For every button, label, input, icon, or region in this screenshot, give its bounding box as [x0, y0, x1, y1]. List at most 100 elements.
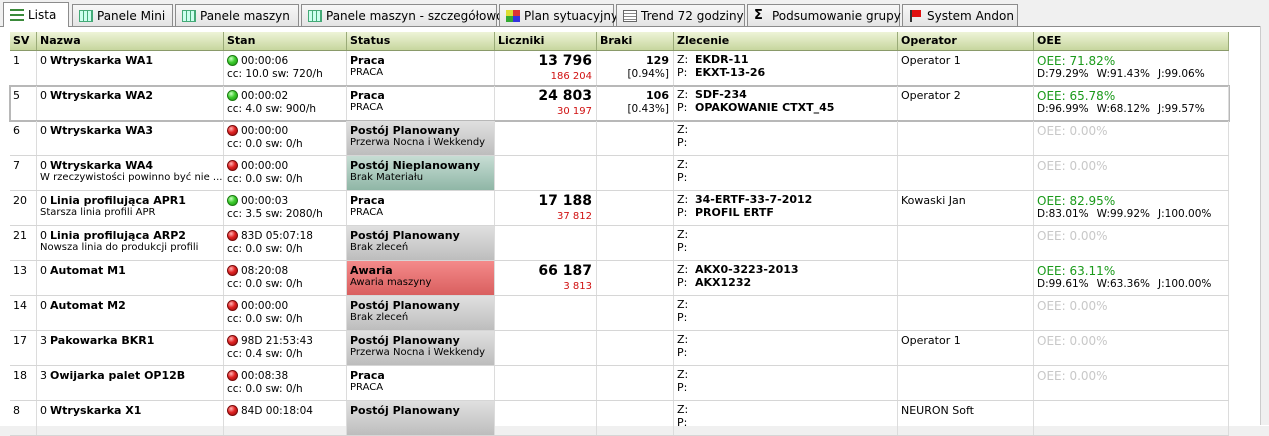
- tab-trend-72[interactable]: Trend 72 godziny: [616, 4, 745, 26]
- state-time: 00:00:00: [241, 159, 289, 172]
- scrap-cell: 129 [0.94%]: [597, 51, 674, 85]
- sv-cell: 20: [10, 191, 37, 225]
- name-cell: 0 Linia profilująca ARP2 Nowsza linia do …: [37, 226, 224, 260]
- product-name: PROFIL ERTF: [695, 206, 774, 219]
- state-time: 08:20:08: [241, 264, 289, 277]
- oee-performance: W:63.36%: [1096, 278, 1151, 290]
- counter-cell: [495, 156, 597, 190]
- oee-cell: OEE: 65.78% D:96.99% W:68.12% J:99.57%: [1034, 86, 1229, 120]
- status-light-icon: [227, 195, 238, 206]
- state-cell: 00:00:00 cc: 0.0 sw: 0/h: [224, 296, 347, 330]
- tab-panele-maszyn-szczegolowo[interactable]: Panele maszyn - szczegółowo: [301, 4, 504, 26]
- machine-grid: SV Nazwa Stan Status Liczniki Braki Zlec…: [9, 32, 1230, 436]
- table-row[interactable]: 13 0 Automat M1 08:20:08 cc: 0.0 sw: 0/h …: [10, 261, 1229, 296]
- table-row[interactable]: 21 0 Linia profilująca ARP2 Nowsza linia …: [10, 226, 1229, 261]
- status-subtitle: Przerwa Nocna i Wekkendy: [350, 137, 486, 148]
- oee-cell: OEE: 0.00%: [1034, 296, 1229, 330]
- tab-lista[interactable]: Lista: [3, 2, 69, 27]
- table-row[interactable]: 6 0 Wtryskarka WA3 00:00:00 cc: 0.0 sw: 0…: [10, 121, 1229, 156]
- machine-description: Nowsza linia do produkcji profili: [40, 242, 199, 253]
- name-cell: 0 Automat M2: [37, 296, 224, 330]
- grid-body: 1 0 Wtryskarka WA1 00:00:06 cc: 10.0 sw: …: [9, 51, 1230, 436]
- order-number: EKDR-11: [695, 53, 749, 66]
- group-number: 0: [40, 124, 47, 137]
- counter-value: 66 187: [538, 263, 592, 279]
- col-header-zlecenie[interactable]: Zlecenie: [674, 32, 898, 50]
- machine-name: Automat M2: [50, 299, 126, 312]
- scrap-cell: [597, 401, 674, 435]
- cycle-info: cc: 0.0 sw: 0/h: [227, 313, 303, 325]
- trend-icon: [623, 9, 637, 22]
- scrap-count: 129: [646, 54, 669, 67]
- col-header-liczniki[interactable]: Liczniki: [495, 32, 597, 50]
- list-panel: SV Nazwa Stan Status Liczniki Braki Zlec…: [0, 26, 1269, 436]
- sv-cell: 21: [10, 226, 37, 260]
- col-header-oee[interactable]: OEE: [1034, 32, 1229, 50]
- state-cell: 83D 05:07:18 cc: 0.0 sw: 0/h: [224, 226, 347, 260]
- status-light-icon: [227, 90, 238, 101]
- oee-cell: OEE: 0.00%: [1034, 331, 1229, 365]
- name-cell: 3 Pakowarka BKR1: [37, 331, 224, 365]
- counter-cell: [495, 401, 597, 435]
- tab-label: System Andon: [927, 8, 1014, 23]
- status-cell: Postój Planowany Przerwa Nocna i Wekkend…: [347, 331, 495, 365]
- counter-cell: 66 187 3 813: [495, 261, 597, 295]
- oee-cell: OEE: 0.00%: [1034, 156, 1229, 190]
- table-row[interactable]: 17 3 Pakowarka BKR1 98D 21:53:43 cc: 0.4 …: [10, 331, 1229, 366]
- col-header-braki[interactable]: Braki: [597, 32, 674, 50]
- tab-panele-mini[interactable]: Panele Mini: [72, 4, 173, 26]
- table-row[interactable]: 18 3 Owijarka palet OP12B 00:08:38 cc: 0.…: [10, 366, 1229, 401]
- tab-system-andon[interactable]: System Andon: [902, 4, 1018, 26]
- oee-value: OEE: 82.95%: [1037, 194, 1116, 208]
- group-number: 0: [40, 229, 47, 242]
- col-header-sv[interactable]: SV: [10, 32, 37, 50]
- oee-value: OEE: 0.00%: [1037, 334, 1108, 348]
- operator-cell: [898, 156, 1034, 190]
- state-time: 00:08:38: [241, 369, 289, 382]
- machine-description: W rzeczywistości powinno być nie ...: [40, 172, 223, 183]
- status-subtitle: PRACA: [350, 67, 384, 78]
- oee-performance: W:68.12%: [1096, 103, 1151, 115]
- col-header-operator[interactable]: Operator: [898, 32, 1034, 50]
- state-time: 98D 21:53:43: [241, 334, 313, 347]
- machine-name: Wtryskarka WA3: [50, 124, 154, 137]
- vertical-scrollbar[interactable]: [1260, 26, 1269, 425]
- status-cell: Postój Planowany Brak zleceń: [347, 226, 495, 260]
- status-cell: Postój Planowany Brak zleceń: [347, 296, 495, 330]
- state-time: 00:00:00: [241, 124, 289, 137]
- col-header-nazwa[interactable]: Nazwa: [37, 32, 224, 50]
- tab-panele-maszyn[interactable]: Panele maszyn: [175, 4, 299, 26]
- oee-availability: D:83.01%: [1037, 208, 1089, 220]
- cycle-info: cc: 3.5 sw: 2080/h: [227, 208, 323, 220]
- col-header-stan[interactable]: Stan: [224, 32, 347, 50]
- oee-quality: J:100.00%: [1158, 278, 1212, 290]
- table-row[interactable]: 8 0 Wtryskarka X1 84D 00:18:04 Postój Pla…: [10, 401, 1229, 436]
- status-light-icon: [227, 125, 238, 136]
- oee-quality: J:100.00%: [1158, 208, 1212, 220]
- table-row[interactable]: 14 0 Automat M2 00:00:00 cc: 0.0 sw: 0/h …: [10, 296, 1229, 331]
- tab-podsumowanie-grupy[interactable]: Σ Podsumowanie grupy: [747, 4, 901, 26]
- machine-name: Linia profilująca APR1: [50, 194, 186, 207]
- state-cell: 84D 00:18:04: [224, 401, 347, 435]
- oee-cell: [1034, 401, 1229, 435]
- table-row[interactable]: 20 0 Linia profilująca APR1 Starsza linia…: [10, 191, 1229, 226]
- table-row[interactable]: 7 0 Wtryskarka WA4 W rzeczywistości powin…: [10, 156, 1229, 191]
- state-time: 00:00:03: [241, 194, 289, 207]
- col-header-status[interactable]: Status: [347, 32, 495, 50]
- group-number: 0: [40, 264, 47, 277]
- tab-plan-sytuacyjny[interactable]: Plan sytuacyjny: [499, 4, 618, 26]
- table-row[interactable]: 5 0 Wtryskarka WA2 00:00:02 cc: 4.0 sw: 9…: [9, 85, 1230, 122]
- table-row[interactable]: 1 0 Wtryskarka WA1 00:00:06 cc: 10.0 sw: …: [10, 51, 1229, 86]
- sv-cell: 6: [10, 121, 37, 155]
- sv-cell: 18: [10, 366, 37, 400]
- state-time: 00:00:00: [241, 299, 289, 312]
- status-subtitle: PRACA: [350, 382, 384, 393]
- sv-cell: 14: [10, 296, 37, 330]
- counter-value: 13 796: [538, 53, 592, 69]
- status-title: Postój Planowany: [350, 229, 460, 242]
- state-time: 00:00:06: [241, 54, 289, 67]
- operator-cell: Operator 1: [898, 331, 1034, 365]
- order-number: AKX0-3223-2013: [695, 263, 799, 276]
- state-cell: 00:00:03 cc: 3.5 sw: 2080/h: [224, 191, 347, 225]
- operator-cell: Kowaski Jan: [898, 191, 1034, 225]
